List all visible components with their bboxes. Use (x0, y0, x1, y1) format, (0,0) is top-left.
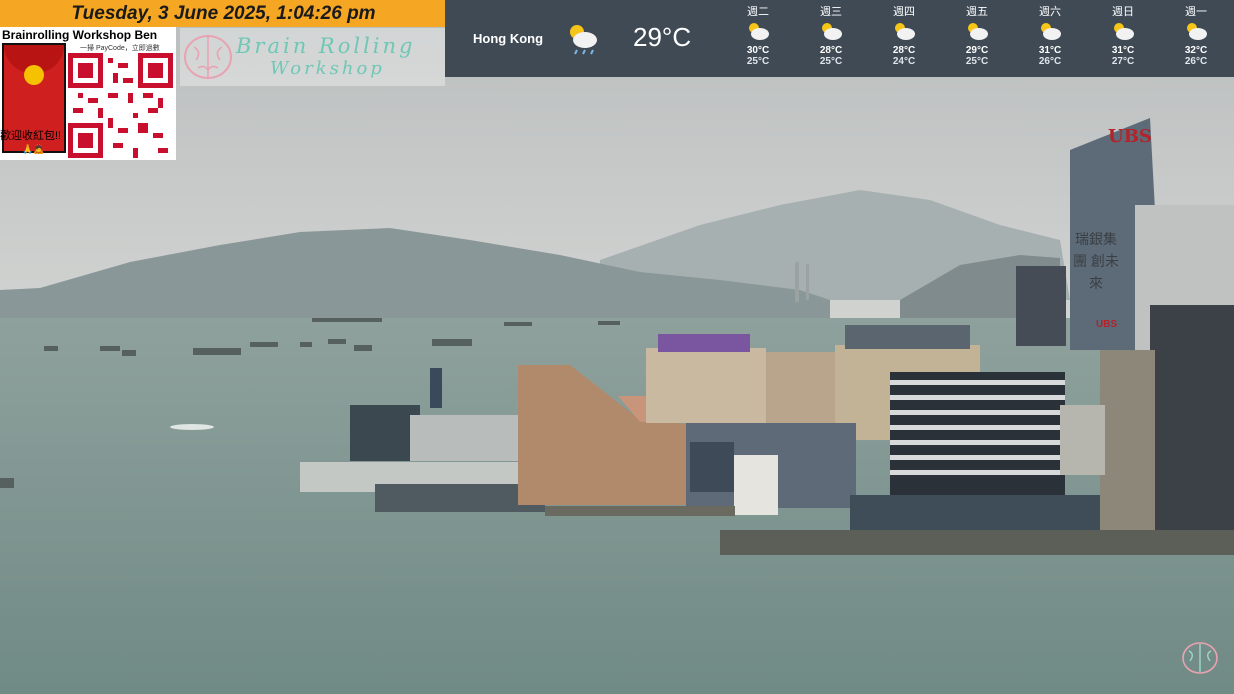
date-time-banner: Tuesday, 3 June 2025, 1:04:26 pm (0, 0, 447, 27)
brand-title-line2: Workshop (270, 58, 385, 79)
payment-qr-code[interactable] (68, 53, 173, 158)
pier-waterfront (545, 506, 735, 516)
ubs-sign-latin: UBS (1108, 126, 1152, 147)
forecast-low: 26°C (1038, 56, 1062, 67)
promenade (720, 530, 1234, 555)
forecast-day: 週六 31°C 26°C (1020, 0, 1080, 77)
forecast-day-name: 週日 (1112, 6, 1134, 18)
forecast-high: 32°C (1184, 45, 1208, 56)
forecast-high: 28°C (892, 45, 916, 56)
forecast-day-name: 週六 (1039, 6, 1061, 18)
donation-title: Brainrolling Workshop Ben (2, 28, 158, 42)
forecast-day-name: 週五 (966, 6, 988, 18)
sun-cloud-icon (1114, 23, 1134, 40)
bridge-tower-2 (806, 264, 809, 300)
forecast-day: 週五 29°C 25°C (947, 0, 1007, 77)
weather-widget: Hong Kong 29°C 週二 30°C 25°C 週三 28°C 25°C… (445, 0, 1234, 77)
sun-cloud-icon (895, 23, 915, 40)
forecast-day-name: 週四 (893, 6, 915, 18)
forecast-low: 24°C (892, 56, 916, 67)
donation-emoji: 🙏🙇 (22, 144, 45, 154)
brain-watermark-icon (1182, 642, 1218, 674)
brand-title-line1: Brain Rolling (236, 34, 416, 58)
brain-icon (184, 35, 232, 79)
sun-cloud-icon (822, 23, 842, 40)
forecast-day: 週二 30°C 25°C (728, 0, 788, 77)
speedboat-wake (170, 424, 214, 430)
ubs-sign-small: UBS (1096, 319, 1118, 330)
ubs-sign-cjk: 瑞銀集團 創未來 (1073, 231, 1119, 291)
donation-subtitle: 一掃 PayCode，立即過數 (80, 45, 160, 52)
forecast-low: 26°C (1184, 56, 1208, 67)
sun-cloud-icon (1041, 23, 1061, 40)
current-temperature: 29°C (633, 22, 692, 52)
museum-of-art (686, 423, 856, 515)
bridge-tower (795, 262, 799, 302)
forecast-high: 31°C (1111, 45, 1135, 56)
forecast-day-name: 週一 (1185, 6, 1207, 18)
harbour-webcam-view (0, 0, 1234, 694)
forecast-day: 週一 32°C 26°C (1166, 0, 1226, 77)
sun-cloud-icon (1187, 23, 1207, 40)
forecast-low: 27°C (1111, 56, 1135, 67)
sun-cloud-rain-icon (570, 25, 597, 55)
brand-logo: Brain Rolling Workshop (180, 28, 445, 86)
forecast-high: 31°C (1038, 45, 1062, 56)
forecast-low: 25°C (965, 56, 989, 67)
weather-city: Hong Kong (473, 31, 544, 46)
sun-cloud-icon (968, 23, 988, 40)
sun-cloud-icon (749, 23, 769, 40)
forecast-high: 30°C (746, 45, 770, 56)
forecast-low: 25°C (819, 56, 843, 67)
forecast-day-name: 週三 (820, 6, 842, 18)
donation-panel: Brainrolling Workshop Ben 一掃 PayCode，立即過… (0, 27, 176, 160)
forecast-low: 25°C (746, 56, 770, 67)
forecast-day: 週三 28°C 25°C (801, 0, 861, 77)
donation-welcome: 歡迎收紅包!! (0, 130, 62, 142)
forecast-high: 29°C (965, 45, 989, 56)
forecast-day-name: 週二 (747, 6, 769, 18)
forecast-day: 週日 31°C 27°C (1093, 0, 1153, 77)
forecast-high: 28°C (819, 45, 843, 56)
forecast-day: 週四 28°C 24°C (874, 0, 934, 77)
